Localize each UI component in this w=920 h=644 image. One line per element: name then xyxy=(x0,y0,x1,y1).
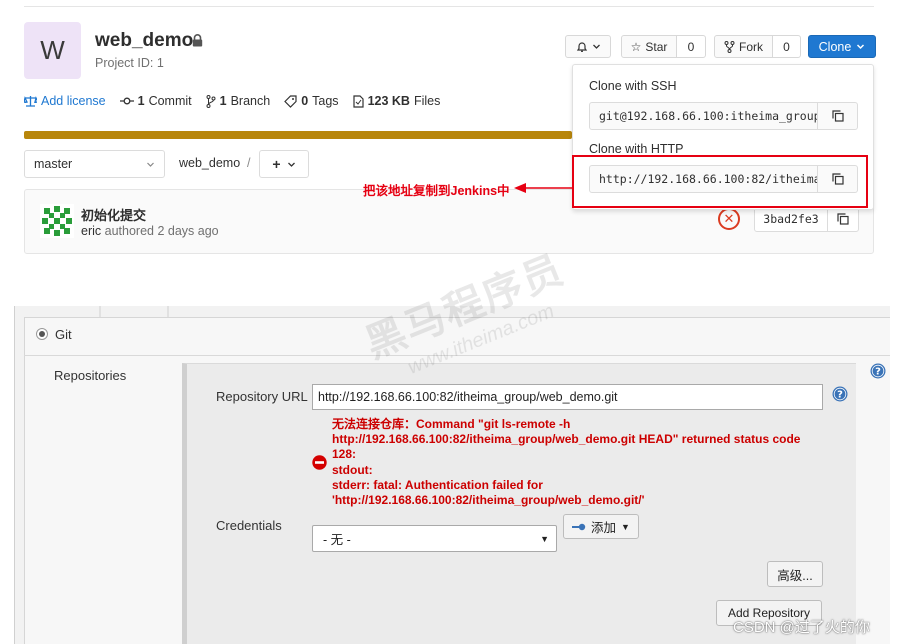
copy-icon xyxy=(837,213,849,225)
tags-count: 0 xyxy=(301,94,309,108)
error-icon xyxy=(312,455,327,470)
star-label: Star xyxy=(645,39,668,54)
copy-icon xyxy=(831,110,844,122)
branch-name: master xyxy=(34,157,73,171)
commits-stat[interactable]: 1 Commit xyxy=(119,94,192,108)
scale-icon xyxy=(24,96,37,107)
credentials-value: - 无 - xyxy=(323,533,351,547)
star-button[interactable]: ☆ Star xyxy=(621,35,677,58)
clone-http-label: Clone with HTTP xyxy=(589,142,684,156)
path-breadcrumb[interactable]: web_demo xyxy=(179,156,240,170)
clone-label: Clone xyxy=(818,39,852,54)
pipeline-failed-icon[interactable]: ✕ xyxy=(718,208,740,230)
csdn-watermark: CSDN @过了火的你 xyxy=(733,619,870,636)
commit-meta: eric authored 2 days ago xyxy=(81,224,219,238)
bell-icon xyxy=(576,41,587,52)
add-file-button[interactable]: + xyxy=(259,150,309,178)
fork-button[interactable]: Fork xyxy=(714,35,773,58)
dropdown-arrow-icon: ▼ xyxy=(540,533,549,544)
error-line: http://192.168.66.100:82/itheima_group/w… xyxy=(332,432,801,447)
highlight-box xyxy=(572,155,868,208)
credentials-select[interactable]: - 无 - ▼ xyxy=(312,525,557,552)
section-divider xyxy=(24,355,890,356)
clone-ssh-label: Clone with SSH xyxy=(589,79,677,93)
clone-button[interactable]: Clone xyxy=(808,35,876,58)
clone-ssh-url-input[interactable]: git@192.168.66.100:itheima_group/web_dem… xyxy=(589,102,818,130)
repository-url-input[interactable]: http://192.168.66.100:82/itheima_group/w… xyxy=(312,384,823,410)
arrow-icon xyxy=(514,183,574,193)
project-id: Project ID: 1 xyxy=(95,56,164,70)
chevron-down-icon xyxy=(287,162,295,167)
error-line: 128: xyxy=(332,447,357,462)
files-stat[interactable]: 123 KB Files xyxy=(352,94,441,108)
branches-label: Branch xyxy=(230,94,271,108)
repo-title[interactable]: web_demo xyxy=(95,30,193,52)
advanced-button[interactable]: 高级... xyxy=(767,561,823,587)
tags-label: Tags xyxy=(312,94,339,108)
chevron-down-icon xyxy=(592,44,600,49)
branches-count: 1 xyxy=(219,94,227,108)
tab-outline xyxy=(99,306,169,317)
chevron-down-icon xyxy=(147,162,154,167)
add-label: 添加 xyxy=(591,521,617,535)
error-line: stdout: xyxy=(332,462,373,477)
error-line: 'http://192.168.66.100:82/itheima_group/… xyxy=(332,493,645,508)
key-icon xyxy=(572,523,586,530)
path-separator: / xyxy=(247,156,251,170)
help-icon[interactable]: ? xyxy=(870,363,886,379)
notification-button[interactable] xyxy=(565,35,611,58)
project-avatar: W xyxy=(24,22,81,79)
commits-count: 1 xyxy=(137,94,145,108)
error-line: stderr: fatal: Authentication failed for xyxy=(332,477,543,492)
chevron-down-icon xyxy=(857,44,865,50)
branch-selector[interactable]: master xyxy=(24,150,165,178)
repositories-label: Repositories xyxy=(54,368,127,383)
commits-label: Commit xyxy=(148,94,192,108)
copy-ssh-url-button[interactable] xyxy=(817,102,858,130)
commit-time: authored 2 days ago xyxy=(104,224,219,238)
commit-title[interactable]: 初始化提交 xyxy=(81,205,146,224)
git-option-label[interactable]: Git xyxy=(55,327,72,342)
fork-count[interactable]: 0 xyxy=(772,35,801,58)
svg-text:?: ? xyxy=(837,390,843,401)
fork-icon xyxy=(724,40,735,53)
project-stats: Add license 1 Commit 1 Branch 0 Tags 123… xyxy=(24,92,454,110)
branches-stat[interactable]: 1 Branch xyxy=(206,94,271,108)
star-icon: ☆ xyxy=(630,39,642,54)
lock-icon xyxy=(192,34,203,47)
commit-icon xyxy=(119,97,134,105)
fork-label: Fork xyxy=(739,39,763,54)
commit-author[interactable]: eric xyxy=(81,224,101,238)
annotation-text: 把该地址复制到Jenkins中 xyxy=(363,184,510,198)
help-icon[interactable]: ? xyxy=(832,386,848,402)
git-radio[interactable] xyxy=(36,328,48,340)
add-credentials-button[interactable]: 添加 ▼ xyxy=(563,514,639,539)
error-message: 无法连接仓库：Command "git ls-remote -h http://… xyxy=(332,417,832,508)
add-license-label: Add license xyxy=(41,94,106,108)
error-line: 无法连接仓库：Command "git ls-remote -h xyxy=(332,417,571,431)
branch-icon xyxy=(206,94,216,108)
credentials-label: Credentials xyxy=(216,518,282,533)
tags-stat[interactable]: 0 Tags xyxy=(284,94,339,108)
dropdown-arrow-icon: ▼ xyxy=(621,521,630,532)
top-divider xyxy=(24,6,874,7)
repository-url-label: Repository URL xyxy=(216,389,308,404)
plus-icon: + xyxy=(272,156,281,172)
author-avatar xyxy=(40,204,74,238)
language-bar xyxy=(24,131,572,139)
files-icon xyxy=(352,94,364,108)
star-count[interactable]: 0 xyxy=(676,35,706,58)
svg-text:?: ? xyxy=(875,367,881,378)
add-license-link[interactable]: Add license xyxy=(24,94,106,108)
files-label: Files xyxy=(413,94,441,108)
tag-icon xyxy=(284,94,297,108)
files-size: 123 KB xyxy=(367,94,410,108)
